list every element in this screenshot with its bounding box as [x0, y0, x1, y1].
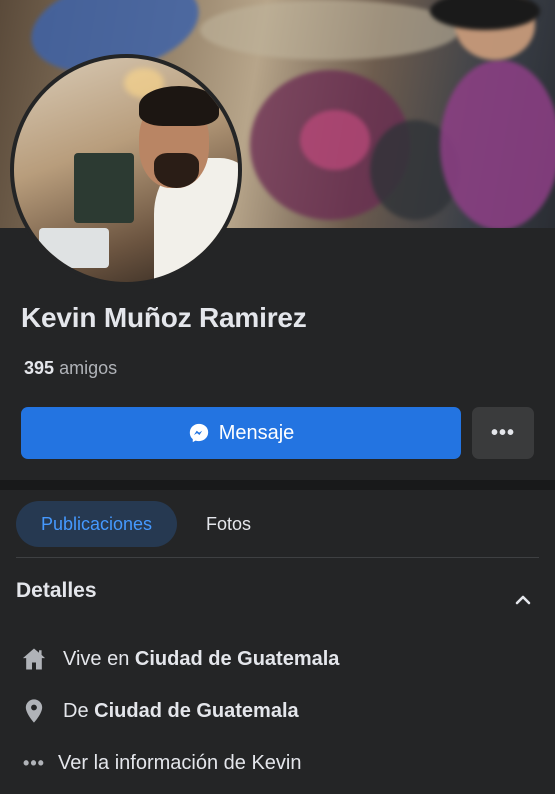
- messenger-icon: [188, 422, 210, 444]
- more-dots-icon: •••: [23, 752, 45, 773]
- tab-fotos[interactable]: Fotos: [190, 501, 267, 547]
- detail-from: De Ciudad de Guatemala: [20, 694, 299, 728]
- friends-count[interactable]: 395 amigos: [24, 358, 117, 379]
- detail-prefix: Vive en: [63, 647, 130, 670]
- detail-value[interactable]: Ciudad de Guatemala: [94, 700, 299, 723]
- profile-name: Kevin Muñoz Ramirez: [21, 302, 307, 333]
- details-heading: Detalles: [16, 579, 97, 602]
- tabs-divider: [16, 557, 539, 558]
- profile-avatar[interactable]: [10, 54, 242, 286]
- see-about-label: Ver la información de Kevin: [58, 751, 302, 774]
- friends-count-label: amigos: [59, 358, 118, 378]
- chevron-up-icon[interactable]: [511, 588, 535, 612]
- detail-value[interactable]: Ciudad de Guatemala: [135, 648, 340, 671]
- detail-lives-in: Vive en Ciudad de Guatemala: [20, 642, 339, 676]
- more-options-label: •••: [490, 421, 515, 444]
- detail-prefix: De: [63, 699, 89, 722]
- tab-label: Publicaciones: [40, 513, 153, 534]
- home-icon: [20, 645, 48, 673]
- see-about-info[interactable]: ••• Ver la información de Kevin: [20, 746, 301, 780]
- tab-label: Fotos: [205, 513, 252, 534]
- location-pin-icon: [20, 697, 48, 725]
- friends-count-number: 395: [24, 358, 55, 378]
- more-options-button[interactable]: •••: [472, 407, 534, 459]
- tab-publicaciones[interactable]: Publicaciones: [16, 501, 177, 547]
- section-separator: [0, 480, 555, 490]
- message-button[interactable]: Mensaje: [21, 407, 461, 459]
- message-button-label: Mensaje: [218, 421, 295, 444]
